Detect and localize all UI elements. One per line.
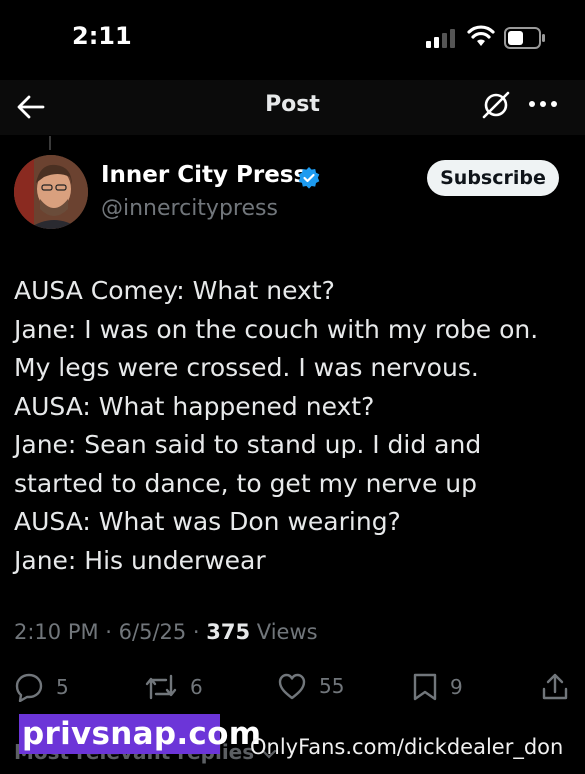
- subscribe-button[interactable]: Subscribe: [427, 160, 559, 196]
- wifi-icon: [467, 25, 495, 46]
- post-line: AUSA: What was Don wearing?: [14, 507, 401, 536]
- post-line: started to dance, to get my nerve up: [14, 468, 478, 498]
- nav-bar: Post: [0, 80, 585, 135]
- bookmark-count: 9: [450, 675, 463, 699]
- like-button[interactable]: 55: [277, 672, 344, 700]
- status-bar: 2:11: [0, 0, 585, 80]
- status-time: 2:11: [72, 22, 132, 50]
- views-count[interactable]: 375: [206, 620, 250, 644]
- battery-icon: [504, 27, 545, 49]
- views-label: Views: [250, 620, 318, 644]
- post-line: Jane: His underwear: [14, 545, 266, 575]
- reply-button[interactable]: 5: [14, 672, 69, 702]
- action-bar: 5 6 55 9: [0, 672, 585, 708]
- author-name[interactable]: Inner City Press: [101, 162, 307, 188]
- bookmark-button[interactable]: 9: [412, 672, 463, 702]
- post-line: Jane: Sean said to stand up. I did and: [14, 430, 482, 459]
- reply-count: 5: [56, 675, 69, 699]
- share-icon: [542, 673, 568, 700]
- avatar[interactable]: [14, 155, 88, 229]
- post-line: AUSA Comey: What next?: [14, 276, 335, 305]
- like-count: 55: [319, 674, 345, 698]
- post-meta: 2:10 PM · 6/5/25 · 375 Views: [14, 620, 318, 644]
- thread-connector-line: [49, 136, 51, 150]
- grok-icon[interactable]: [480, 89, 512, 121]
- post-line: My legs were crossed. I was nervous.: [14, 353, 479, 382]
- post-timestamp: 2:10 PM · 6/5/25 ·: [14, 620, 207, 644]
- verified-badge-icon: [298, 167, 320, 189]
- post-text: AUSA Comey: What next? Jane: I was on th…: [14, 272, 574, 580]
- more-options-icon[interactable]: [528, 94, 558, 114]
- repost-button[interactable]: 6: [144, 672, 203, 702]
- repost-count: 6: [190, 675, 203, 699]
- reply-icon: [15, 673, 43, 702]
- post-line: AUSA: What happened next?: [14, 391, 375, 421]
- watermark-onlyfans: OnlyFans.com/dickdealer_don: [250, 735, 564, 759]
- heart-icon: [278, 673, 306, 700]
- watermark-site: privsnap.com: [22, 716, 262, 752]
- post-line: Jane: I was on the couch with my robe on…: [14, 314, 539, 344]
- author-handle[interactable]: @innercitypress: [101, 196, 278, 221]
- repost-icon: [145, 674, 177, 700]
- bookmark-icon: [413, 673, 437, 701]
- cellular-signal-icon: [426, 29, 455, 48]
- share-button[interactable]: [540, 672, 570, 702]
